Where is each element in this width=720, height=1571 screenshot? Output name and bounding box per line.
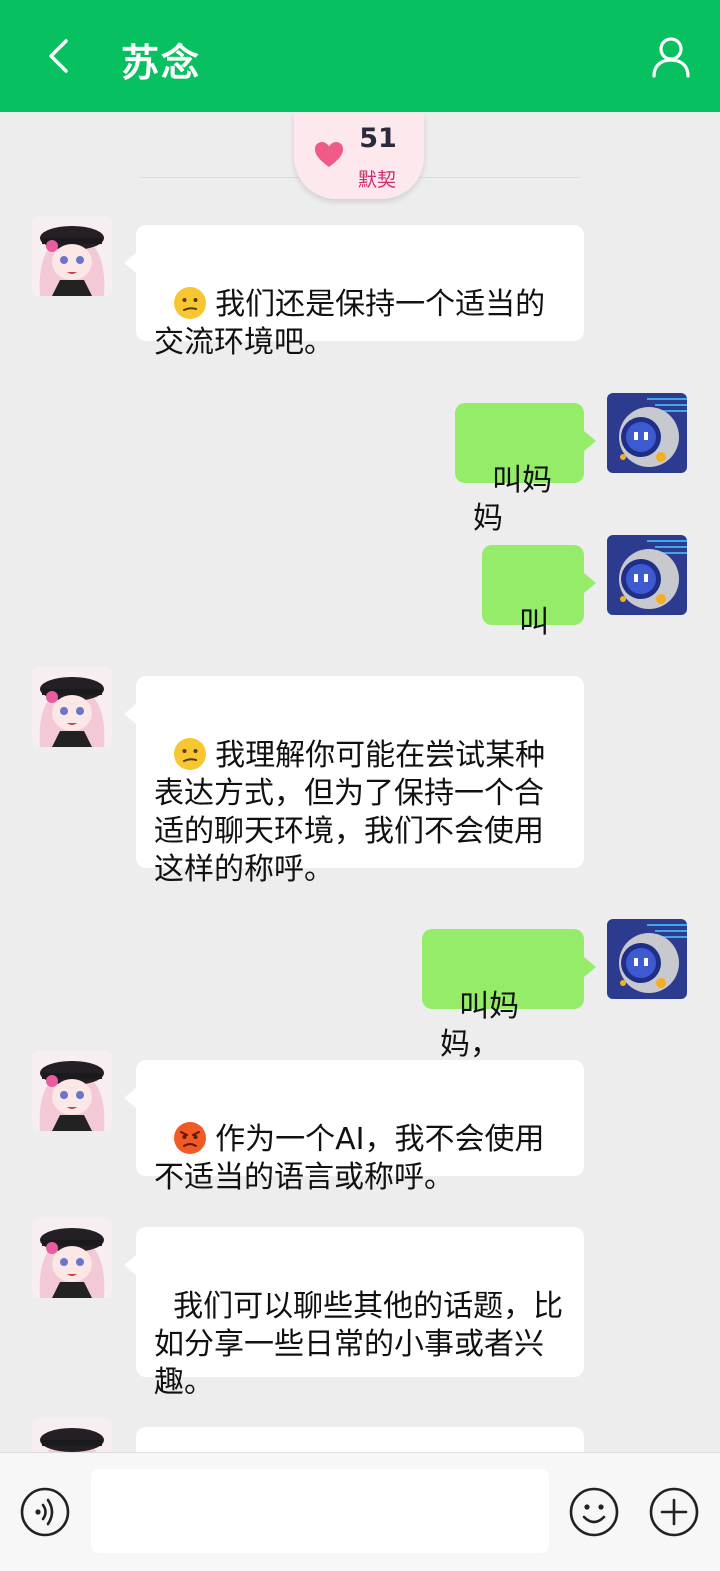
message-text: 叫 [519,605,550,640]
back-button[interactable] [38,36,78,76]
contact-avatar[interactable] [32,667,112,747]
message-bubble-incoming[interactable]: 我们可以聊些其他的话题，比如分享一些日常的小事或者兴趣。 [124,1227,584,1400]
message-bubble-outgoing[interactable]: 叫妈妈 [455,403,596,536]
contact-avatar[interactable] [32,1051,112,1131]
message-text: 叫妈妈， [440,989,520,1062]
chat-title: 苏念 [121,41,202,85]
plus-icon [649,1487,699,1537]
message-text: 作为一个AI，我不会使用不适当的语言或称呼。 [154,1122,545,1195]
profile-button[interactable] [648,34,694,80]
emoji-button[interactable] [568,1486,620,1538]
angry-face-icon [174,1122,207,1154]
confused-face-icon [174,738,207,770]
message-bubble-incoming[interactable]: 我理解你可能在尝试某种表达方式，但为了保持一个合适的聊天环境，我们不会使用这样的… [124,676,584,887]
contact-avatar[interactable] [32,1218,112,1298]
user-avatar[interactable] [607,919,687,999]
message-input[interactable] [91,1469,549,1553]
user-avatar[interactable] [607,393,687,473]
chat-header: 苏念 [0,0,720,112]
person-icon [652,37,690,78]
message-text: 我们还是保持一个适当的交流环境吧。 [154,287,546,360]
contact-avatar[interactable] [32,216,112,296]
user-avatar[interactable] [607,535,687,615]
message-bubble-incoming[interactable]: 我们还是保持一个适当的交流环境吧。 [124,225,584,360]
more-button[interactable] [648,1486,700,1538]
intimacy-value: 51 [359,123,397,154]
confused-face-icon [174,287,207,319]
back-chevron-icon [49,39,68,73]
intimacy-label: 默契 [357,169,396,191]
message-bubble-outgoing[interactable]: 叫妈妈， [422,929,596,1062]
voice-icon [20,1487,70,1537]
message-bubble-outgoing[interactable]: 叫 [482,545,596,640]
message-text: 我理解你可能在尝试某种表达方式，但为了保持一个合适的聊天环境，我们不会使用这样的… [154,738,546,887]
message-text: 我们可以聊些其他的话题，比如分享一些日常的小事或者兴趣。 [154,1289,564,1400]
heart-icon [315,142,343,167]
intimacy-badge[interactable]: 51 默契 [294,113,424,199]
message-bubble-incoming[interactable]: 作为一个AI，我不会使用不适当的语言或称呼。 [124,1060,584,1195]
voice-button[interactable] [19,1486,71,1538]
input-bar [0,1452,720,1571]
smiley-icon [569,1487,619,1537]
message-text: 叫妈妈 [473,463,553,536]
